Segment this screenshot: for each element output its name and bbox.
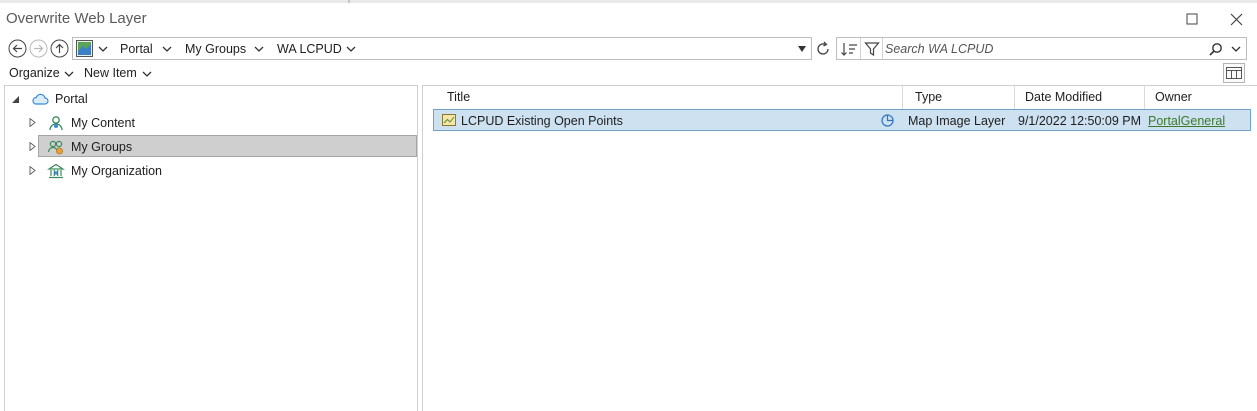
breadcrumb-wa-lcpud[interactable]: WA LCPUD	[277, 42, 342, 56]
chevron-down-icon[interactable]	[98, 45, 108, 53]
navigation-tree-pane: Portal My Content My Groups My Organizat…	[4, 85, 418, 411]
group-icon	[47, 140, 63, 155]
row-date-modified: 9/1/2022 12:50:09 PM	[1018, 114, 1142, 128]
column-header-owner[interactable]: Owner	[1145, 86, 1257, 109]
search-divider	[882, 38, 883, 59]
map-thumbnail-icon	[76, 40, 93, 57]
location-path-box[interactable]: Portal My Groups WA LCPUD	[72, 37, 812, 60]
map-image-layer-icon	[442, 114, 456, 126]
search-icon[interactable]	[1209, 42, 1223, 56]
column-header-type[interactable]: Type	[905, 86, 1015, 109]
navigation-bar: Portal My Groups WA LCPUD	[0, 36, 1257, 62]
back-button[interactable]	[8, 39, 27, 58]
chevron-down-icon[interactable]	[346, 45, 356, 53]
back-arrow-icon	[8, 39, 27, 58]
organization-icon	[47, 163, 65, 179]
items-table-pane: Title Type Date Modified Owner LCPUD Exi…	[423, 85, 1257, 411]
portal-cloud-icon	[32, 93, 49, 105]
maximize-icon	[1186, 13, 1198, 25]
tree-item-label: My Groups	[71, 140, 133, 154]
search-input[interactable]	[885, 40, 1195, 57]
chevron-down-icon[interactable]	[162, 45, 172, 53]
new-item-menu[interactable]: New Item	[84, 66, 137, 80]
up-arrow-icon	[50, 39, 69, 58]
filter-icon[interactable]	[864, 41, 880, 57]
title-bar: Overwrite Web Layer	[0, 3, 1257, 33]
collapsed-triangle-icon[interactable]	[28, 142, 37, 151]
refresh-button[interactable]	[813, 39, 832, 58]
close-button[interactable]	[1225, 9, 1247, 29]
shared-globe-icon	[881, 114, 894, 127]
view-toggle-button[interactable]	[1223, 63, 1245, 83]
view-toggle-icon	[1226, 67, 1242, 79]
tree-item-label: My Content	[71, 116, 135, 130]
search-box	[836, 37, 1247, 60]
up-button[interactable]	[50, 39, 69, 58]
tree-item-portal[interactable]: Portal	[5, 88, 417, 110]
chevron-down-icon[interactable]	[1231, 45, 1241, 53]
row-title: LCPUD Existing Open Points	[461, 114, 623, 128]
expanded-triangle-icon[interactable]	[11, 95, 20, 104]
tree-item-my-content[interactable]: My Content	[5, 112, 417, 134]
tree-item-label: Portal	[55, 92, 88, 106]
refresh-icon	[816, 41, 829, 55]
user-content-icon	[49, 116, 63, 131]
chevron-down-icon[interactable]	[64, 70, 74, 78]
window-title: Overwrite Web Layer	[6, 10, 147, 27]
tree-item-my-organization[interactable]: My Organization	[5, 160, 417, 182]
chevron-down-icon[interactable]	[254, 45, 264, 53]
table-row[interactable]: LCPUD Existing Open Points Map Image Lay…	[433, 109, 1251, 131]
forward-button[interactable]	[29, 39, 48, 58]
collapsed-triangle-icon[interactable]	[28, 118, 37, 127]
caret-down-icon[interactable]	[798, 46, 806, 52]
column-header-date-modified[interactable]: Date Modified	[1015, 86, 1145, 109]
sort-icon[interactable]	[840, 41, 858, 57]
tree-item-label: My Organization	[71, 164, 163, 178]
column-header-title[interactable]: Title	[437, 86, 903, 109]
breadcrumb-portal[interactable]: Portal	[120, 42, 153, 56]
breadcrumb-my-groups[interactable]: My Groups	[185, 42, 246, 56]
maximize-button[interactable]	[1181, 9, 1203, 29]
forward-arrow-icon	[29, 39, 48, 58]
collapsed-triangle-icon[interactable]	[28, 166, 37, 175]
menu-bar: Organize New Item	[0, 63, 1257, 85]
tree-item-my-groups[interactable]: My Groups	[29, 135, 417, 157]
close-icon	[1230, 13, 1242, 25]
chevron-down-icon[interactable]	[142, 70, 152, 78]
search-divider	[860, 38, 861, 59]
row-type: Map Image Layer	[908, 114, 1006, 128]
organize-menu[interactable]: Organize	[9, 66, 60, 80]
row-owner-link[interactable]: PortalGeneral	[1148, 114, 1225, 128]
